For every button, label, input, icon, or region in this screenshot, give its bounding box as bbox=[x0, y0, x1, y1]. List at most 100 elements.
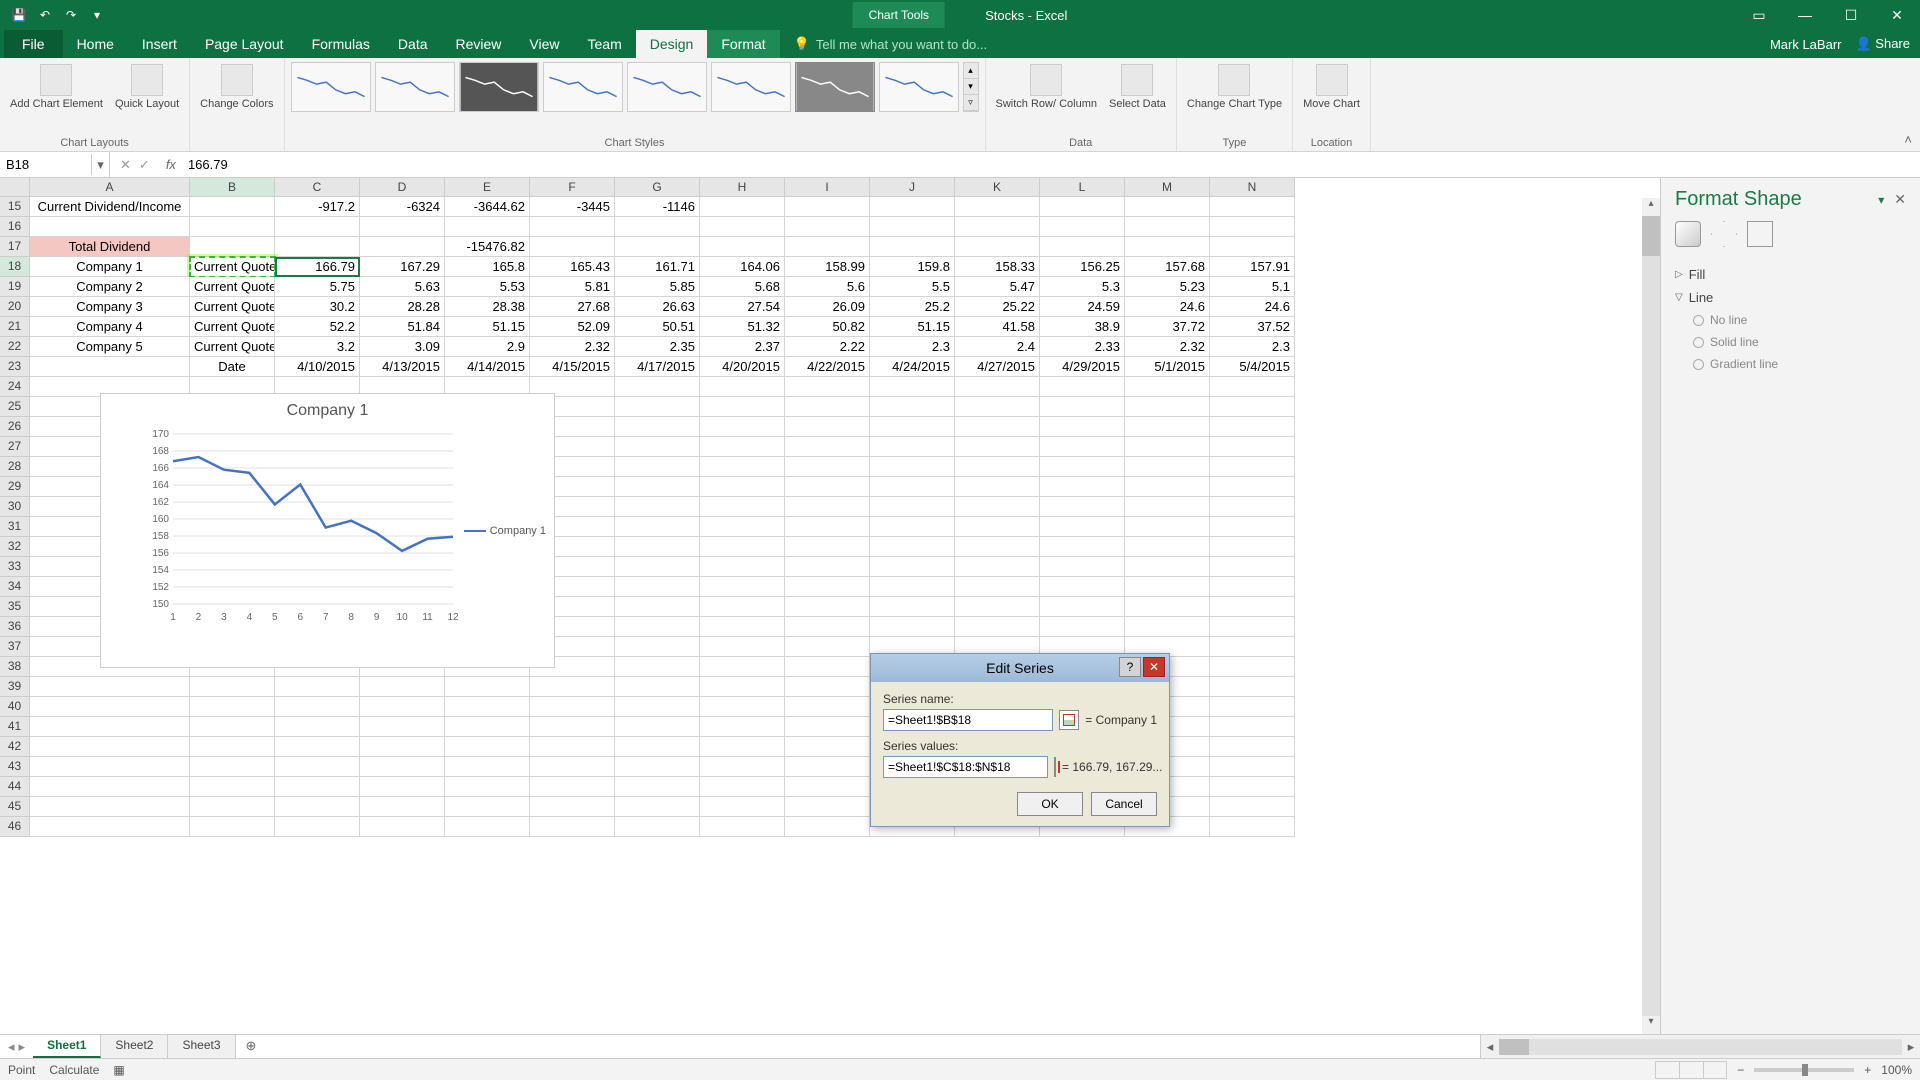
cell[interactable] bbox=[700, 217, 785, 237]
vscroll-track[interactable] bbox=[1642, 216, 1660, 1016]
cell[interactable] bbox=[1040, 617, 1125, 637]
effects-category-icon[interactable] bbox=[1711, 221, 1737, 247]
cell[interactable] bbox=[1210, 497, 1295, 517]
cell[interactable] bbox=[615, 737, 700, 757]
cell[interactable] bbox=[785, 437, 870, 457]
cell[interactable] bbox=[700, 657, 785, 677]
cell[interactable]: 157.68 bbox=[1125, 257, 1210, 277]
cell[interactable] bbox=[615, 697, 700, 717]
cell[interactable] bbox=[700, 397, 785, 417]
cell[interactable]: 26.09 bbox=[785, 297, 870, 317]
cell[interactable] bbox=[615, 237, 700, 257]
cell[interactable]: 3.2 bbox=[275, 337, 360, 357]
cell[interactable] bbox=[615, 517, 700, 537]
cell[interactable] bbox=[530, 757, 615, 777]
cell[interactable] bbox=[445, 777, 530, 797]
undo-icon[interactable]: ↶ bbox=[36, 6, 54, 24]
row-header[interactable]: 37 bbox=[0, 637, 30, 657]
cell[interactable] bbox=[275, 237, 360, 257]
cell[interactable]: 52.2 bbox=[275, 317, 360, 337]
cell[interactable] bbox=[445, 217, 530, 237]
cell[interactable] bbox=[190, 737, 275, 757]
cell[interactable] bbox=[445, 817, 530, 837]
cell[interactable] bbox=[30, 817, 190, 837]
cell[interactable] bbox=[955, 417, 1040, 437]
style-thumb-5[interactable] bbox=[627, 62, 707, 112]
cell[interactable] bbox=[870, 517, 955, 537]
row-header[interactable]: 43 bbox=[0, 757, 30, 777]
cell[interactable] bbox=[30, 217, 190, 237]
cell[interactable] bbox=[275, 737, 360, 757]
cell[interactable] bbox=[870, 397, 955, 417]
cell[interactable]: 2.9 bbox=[445, 337, 530, 357]
cell[interactable]: 5.5 bbox=[870, 277, 955, 297]
cell[interactable] bbox=[1210, 717, 1295, 737]
cell[interactable] bbox=[1210, 417, 1295, 437]
cell[interactable] bbox=[700, 557, 785, 577]
move-chart-button[interactable]: Move Chart bbox=[1299, 62, 1364, 112]
share-button[interactable]: 👤 Share bbox=[1855, 36, 1910, 52]
cell[interactable] bbox=[1210, 617, 1295, 637]
tab-data[interactable]: Data bbox=[384, 30, 442, 58]
style-thumb-2[interactable] bbox=[375, 62, 455, 112]
cell[interactable] bbox=[360, 797, 445, 817]
row-header[interactable]: 23 bbox=[0, 357, 30, 377]
cell[interactable] bbox=[360, 737, 445, 757]
user-name[interactable]: Mark LaBarr bbox=[1770, 37, 1842, 52]
vscroll-thumb[interactable] bbox=[1642, 216, 1660, 256]
cell[interactable] bbox=[955, 457, 1040, 477]
cell[interactable] bbox=[190, 717, 275, 737]
cell[interactable]: 38.9 bbox=[1040, 317, 1125, 337]
cell[interactable] bbox=[870, 437, 955, 457]
hscroll-right-icon[interactable]: ▸ bbox=[1902, 1039, 1920, 1055]
collapse-ribbon-icon[interactable]: ˄ bbox=[1896, 128, 1920, 151]
cell[interactable]: 167.29 bbox=[360, 257, 445, 277]
cell[interactable] bbox=[1125, 237, 1210, 257]
cell[interactable]: 30.2 bbox=[275, 297, 360, 317]
tab-format[interactable]: Format bbox=[707, 30, 779, 58]
cell[interactable]: -3644.62 bbox=[445, 197, 530, 217]
cell[interactable] bbox=[700, 597, 785, 617]
row-header[interactable]: 46 bbox=[0, 817, 30, 837]
hscroll-left-icon[interactable]: ◂ bbox=[1481, 1039, 1499, 1055]
cell[interactable] bbox=[615, 377, 700, 397]
ribbon-display-icon[interactable]: ▭ bbox=[1736, 0, 1782, 30]
nav-prev-icon[interactable]: ◂ bbox=[8, 1039, 15, 1055]
tab-home[interactable]: Home bbox=[63, 30, 128, 58]
cell[interactable]: 5.75 bbox=[275, 277, 360, 297]
cell[interactable] bbox=[870, 577, 955, 597]
cell[interactable] bbox=[615, 597, 700, 617]
cell[interactable] bbox=[955, 597, 1040, 617]
cell[interactable] bbox=[30, 797, 190, 817]
cell[interactable] bbox=[1210, 537, 1295, 557]
cell[interactable] bbox=[275, 217, 360, 237]
row-header[interactable]: 25 bbox=[0, 397, 30, 417]
series-values-input[interactable] bbox=[883, 756, 1048, 778]
tab-view[interactable]: View bbox=[515, 30, 573, 58]
cell[interactable] bbox=[190, 197, 275, 217]
cell[interactable]: 2.4 bbox=[955, 337, 1040, 357]
cell[interactable] bbox=[1040, 537, 1125, 557]
cell[interactable]: Current Quote bbox=[190, 297, 275, 317]
maximize-icon[interactable]: ☐ bbox=[1828, 0, 1874, 30]
cell[interactable] bbox=[445, 737, 530, 757]
cell[interactable] bbox=[1210, 637, 1295, 657]
cell[interactable]: 25.22 bbox=[955, 297, 1040, 317]
sheet-tab-1[interactable]: Sheet1 bbox=[33, 1035, 101, 1058]
column-header[interactable]: M bbox=[1125, 178, 1210, 197]
ok-button[interactable]: OK bbox=[1017, 792, 1083, 816]
cell[interactable] bbox=[955, 497, 1040, 517]
cell[interactable] bbox=[1210, 737, 1295, 757]
cell[interactable] bbox=[615, 537, 700, 557]
cell[interactable] bbox=[955, 477, 1040, 497]
formula-input[interactable]: 166.79 bbox=[182, 154, 1920, 175]
cell[interactable] bbox=[275, 697, 360, 717]
cell[interactable]: 2.37 bbox=[700, 337, 785, 357]
cell[interactable]: 5.85 bbox=[615, 277, 700, 297]
cell[interactable]: 164.06 bbox=[700, 257, 785, 277]
cell[interactable] bbox=[955, 377, 1040, 397]
column-header[interactable]: N bbox=[1210, 178, 1295, 197]
cell[interactable] bbox=[30, 777, 190, 797]
cell[interactable] bbox=[700, 417, 785, 437]
cell[interactable] bbox=[1125, 377, 1210, 397]
